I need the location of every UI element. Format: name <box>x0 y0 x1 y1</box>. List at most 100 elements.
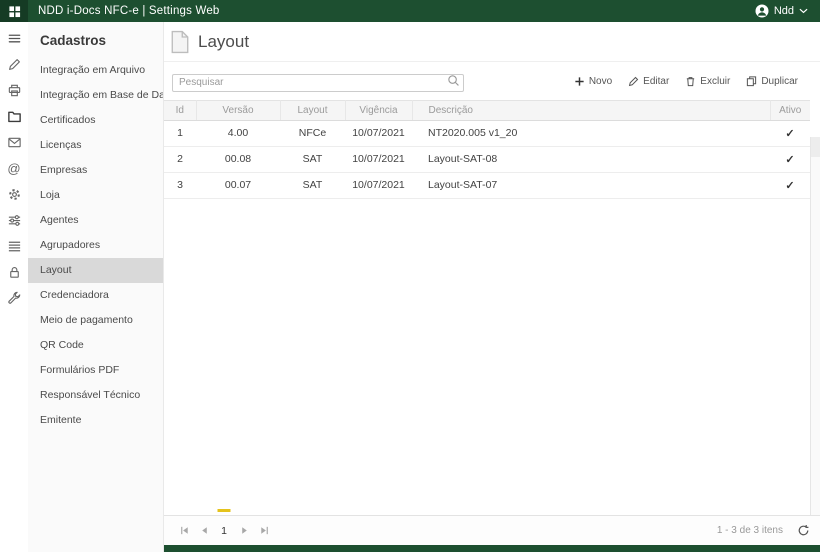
sidebar-item-agrupadores[interactable]: Agrupadores <box>28 233 163 258</box>
cell-ativo: ✓ <box>770 146 810 173</box>
column-header-vigencia[interactable]: Vigência <box>345 99 413 121</box>
mail-icon[interactable] <box>6 135 22 150</box>
refresh-icon <box>798 525 809 536</box>
table-header-row: Id Versão Layout Vigência Descrição Ativ… <box>164 99 810 121</box>
sidebar-item-certificados[interactable]: Certificados <box>28 108 163 133</box>
sidebar-item-responsavel-tecnico[interactable]: Responsável Técnico <box>28 383 163 408</box>
cell-versao: 00.07 <box>196 172 280 199</box>
cell-descricao: NT2020.005 v1_20 <box>412 120 770 147</box>
excluir-label: Excluir <box>700 76 731 88</box>
column-header-ativo[interactable]: Ativo <box>770 99 810 121</box>
active-page-indicator <box>217 508 231 512</box>
sidebar-item-loja[interactable]: Loja <box>28 183 163 208</box>
cell-layout: SAT <box>280 172 345 199</box>
next-page-button[interactable] <box>234 522 254 540</box>
content-area: Novo Editar Excluir <box>164 62 820 515</box>
cell-versao: 00.08 <box>196 146 280 173</box>
sidebar: Cadastros Integração em Arquivo Integraçã… <box>28 22 164 552</box>
column-header-layout[interactable]: Layout <box>280 99 346 121</box>
cell-layout: NFCe <box>280 120 345 147</box>
cell-layout: SAT <box>280 146 345 173</box>
novo-button[interactable]: Novo <box>574 76 612 87</box>
excluir-button[interactable]: Excluir <box>685 76 730 87</box>
seek-first-icon <box>180 526 188 535</box>
check-icon: ✓ <box>785 153 795 166</box>
arrow-left-icon <box>201 527 207 534</box>
chevron-down-icon <box>799 8 808 14</box>
cell-descricao: Layout-SAT-07 <box>412 172 770 199</box>
at-icon[interactable]: @ <box>6 161 22 176</box>
cell-ativo: ✓ <box>770 120 810 147</box>
editar-label: Editar <box>643 76 670 88</box>
sidebar-item-layout[interactable]: Layout <box>28 258 163 283</box>
user-avatar-icon <box>755 4 769 18</box>
sidebar-item-integracao-em-arquivo[interactable]: Integração em Arquivo <box>28 58 163 83</box>
sidebar-item-licencas[interactable]: Licenças <box>28 133 163 158</box>
cell-descricao: Layout-SAT-08 <box>412 146 770 173</box>
menu-icon[interactable] <box>6 31 22 46</box>
sidebar-item-formularios-pdf[interactable]: Formulários PDF <box>28 358 163 383</box>
column-header-descricao[interactable]: Descrição <box>412 99 771 121</box>
bottom-strip <box>164 545 820 552</box>
cell-vigencia: 10/07/2021 <box>345 120 412 147</box>
check-icon: ✓ <box>785 179 795 192</box>
sliders-icon[interactable] <box>6 213 22 228</box>
novo-label: Novo <box>588 76 613 88</box>
sidebar-item-empresas[interactable]: Empresas <box>28 158 163 183</box>
gear-icon[interactable] <box>6 187 22 202</box>
cell-ativo: ✓ <box>770 172 810 199</box>
column-header-versao[interactable]: Versão <box>196 99 281 121</box>
cell-id: 1 <box>164 120 196 147</box>
apps-grid-icon <box>8 5 20 17</box>
sidebar-item-qr-code[interactable]: QR Code <box>28 333 163 358</box>
wrench-icon[interactable] <box>6 291 22 306</box>
sidebar-heading: Cadastros <box>40 33 107 48</box>
icon-rail: @ <box>0 22 28 552</box>
pager-page-1[interactable]: 1 <box>214 508 234 540</box>
toolbar-buttons: Novo Editar Excluir Duplicar <box>574 76 798 87</box>
pager-right: 1 - 3 de 3 itens <box>717 524 810 537</box>
main-panel: Layout Pesquisar Novo Editar Excluir Dup… <box>164 22 820 552</box>
prev-page-button[interactable] <box>194 522 214 540</box>
search-icon[interactable] <box>447 74 460 87</box>
table-row[interactable]: 3 00.07 SAT 10/07/2021 Layout-SAT-07 ✓ <box>164 172 810 199</box>
seek-end-button[interactable] <box>254 522 274 540</box>
cell-vigencia: 10/07/2021 <box>345 172 412 199</box>
sidebar-menu: Integração em Arquivo Integração em Base … <box>28 58 163 433</box>
current-page-number: 1 <box>221 524 227 537</box>
app-window: NDD i-Docs NFC-e | Settings Web Ndd @ Ca… <box>0 0 820 552</box>
lock-icon[interactable] <box>6 265 22 280</box>
pager-info: 1 - 3 de 3 itens <box>716 525 783 536</box>
seek-first-button[interactable] <box>174 522 194 540</box>
editar-button[interactable]: Editar <box>628 76 669 87</box>
duplicar-button[interactable]: Duplicar <box>746 76 798 87</box>
pencil-icon <box>629 77 639 87</box>
user-menu[interactable]: Ndd <box>755 4 820 18</box>
copy-icon <box>747 76 757 87</box>
arrow-right-icon <box>241 527 247 534</box>
pen-icon[interactable] <box>6 57 22 72</box>
page-header: Layout <box>164 22 820 62</box>
cell-versao: 4.00 <box>196 120 280 147</box>
refresh-button[interactable] <box>797 524 810 537</box>
printer-icon[interactable] <box>6 83 22 98</box>
column-header-id[interactable]: Id <box>164 99 197 121</box>
sidebar-item-meio-de-pagamento[interactable]: Meio de pagamento <box>28 308 163 333</box>
sidebar-item-credenciadora[interactable]: Credenciadora <box>28 283 163 308</box>
table-row[interactable]: 1 4.00 NFCe 10/07/2021 NT2020.005 v1_20 ✓ <box>164 120 810 147</box>
cell-vigencia: 10/07/2021 <box>345 146 412 173</box>
sidebar-item-emitente[interactable]: Emitente <box>28 408 163 433</box>
rows-icon[interactable] <box>6 239 22 254</box>
folder-icon[interactable] <box>6 109 22 124</box>
duplicar-label: Duplicar <box>761 76 798 88</box>
sidebar-item-integracao-em-base-de-dados[interactable]: Integração em Base de Dados <box>28 83 163 108</box>
table-row[interactable]: 2 00.08 SAT 10/07/2021 Layout-SAT-08 ✓ <box>164 146 810 173</box>
page-title: Layout <box>198 31 250 51</box>
toolbar-row: Novo Editar Excluir <box>172 72 812 92</box>
apps-grid-button[interactable] <box>0 0 28 22</box>
document-icon <box>171 30 189 53</box>
search-input[interactable] <box>172 73 464 92</box>
layout-table: Id Versão Layout Vigência Descrição Ativ… <box>164 99 810 199</box>
sidebar-item-agentes[interactable]: Agentes <box>28 208 163 233</box>
plus-icon <box>575 77 584 86</box>
